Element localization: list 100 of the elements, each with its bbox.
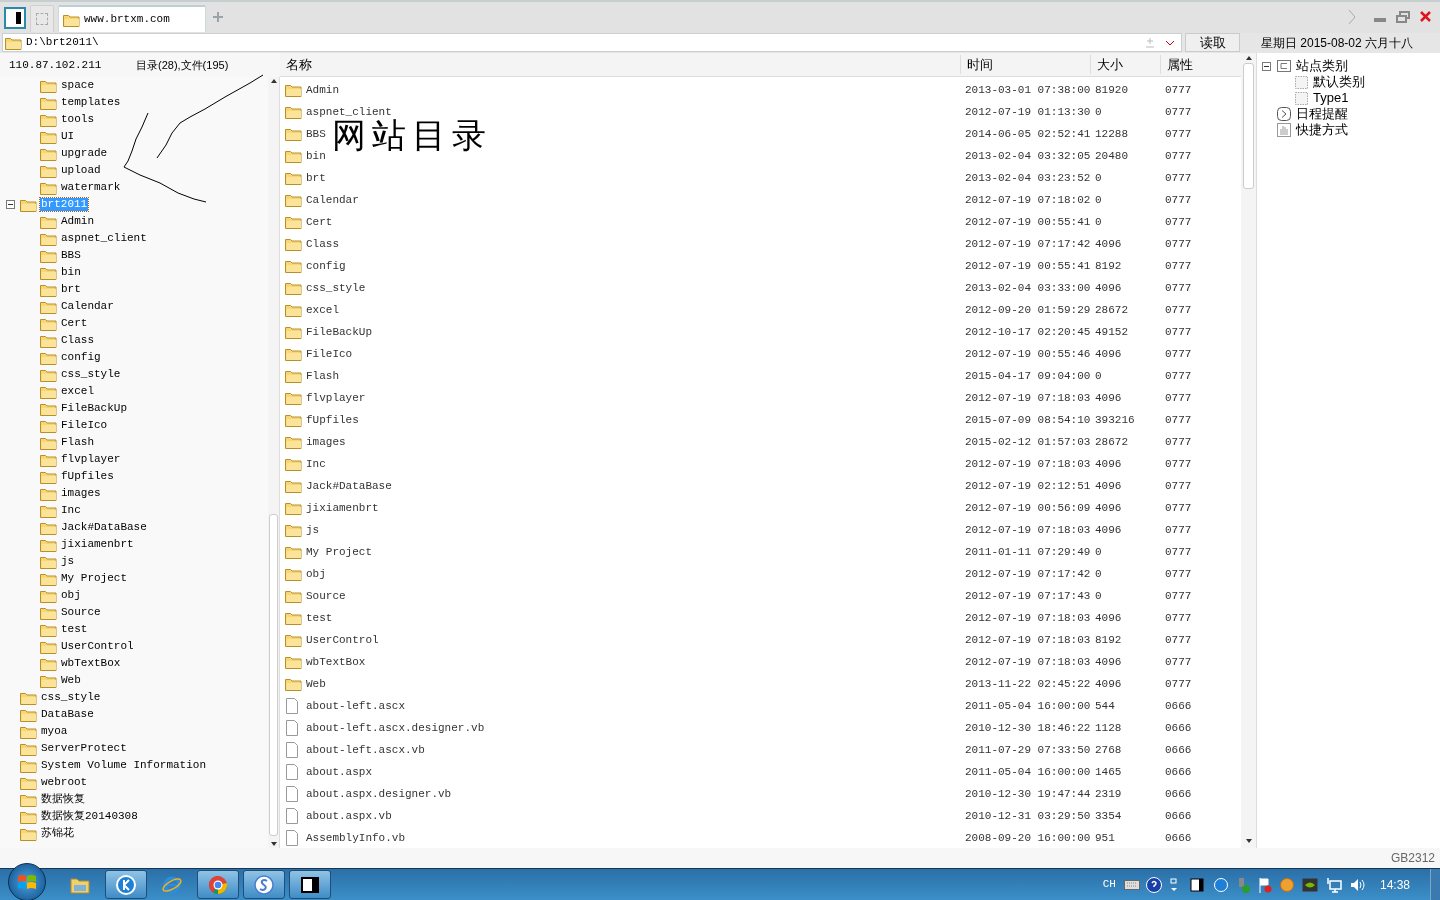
site-tree-item[interactable]: 默认类别 (1313, 74, 1365, 90)
collapse-toggle[interactable] (1261, 61, 1271, 71)
flag-icon[interactable] (1257, 876, 1272, 893)
tree-item[interactable]: FileIco (60, 419, 109, 432)
tree-item[interactable]: Cert (60, 317, 89, 330)
tree-item[interactable]: flvplayer (60, 453, 122, 466)
tree-item[interactable]: Web (60, 674, 82, 687)
tree-item[interactable]: js (60, 555, 76, 568)
tree-item[interactable]: Jack#DataBase (60, 521, 148, 534)
tree-item[interactable]: 苏锦花 (40, 827, 75, 840)
tree-item[interactable]: FileBackUp (60, 402, 128, 415)
file-name[interactable]: UserControl (306, 631, 379, 649)
file-name[interactable]: excel (306, 301, 339, 319)
site-tree-item[interactable]: 日程提醒 (1296, 106, 1348, 122)
window-icon[interactable] (1189, 877, 1204, 892)
file-name[interactable]: jixiamenbrt (306, 499, 379, 517)
file-name[interactable]: AssemblyInfo.vb (306, 829, 406, 847)
tree-item[interactable]: images (60, 487, 102, 500)
file-name[interactable]: Flash (306, 367, 339, 385)
tree-item[interactable]: System Volume Information (40, 759, 208, 772)
file-name[interactable]: about.aspx (306, 763, 372, 781)
close-icon[interactable] (1420, 11, 1431, 22)
file-name[interactable]: fUpfiles (306, 411, 359, 429)
clock[interactable]: 14:38 (1379, 875, 1410, 894)
file-name[interactable]: images (306, 433, 346, 451)
site-tree-item[interactable]: 站点类别 (1296, 58, 1348, 74)
tree-item[interactable]: obj (60, 589, 82, 602)
restore-icon[interactable] (1396, 11, 1410, 23)
tree-item[interactable]: test (60, 623, 89, 636)
column-header[interactable]: 名称 (280, 54, 960, 75)
app-menu-button[interactable] (4, 7, 26, 29)
tree-item[interactable]: aspnet_client (60, 232, 148, 245)
file-name[interactable]: Jack#DataBase (306, 477, 392, 495)
file-name[interactable]: FileIco (306, 345, 353, 363)
tree-item[interactable]: My Project (60, 572, 128, 585)
network-icon[interactable] (1325, 876, 1342, 893)
file-name[interactable]: css_style (306, 279, 366, 297)
file-name[interactable]: about-left.ascx.designer.vb (306, 719, 485, 737)
tree-item[interactable]: Inc (60, 504, 82, 517)
file-name[interactable]: Inc (306, 455, 326, 473)
file-name[interactable]: wbTextBox (306, 653, 366, 671)
column-header[interactable]: 时间 (960, 54, 1090, 75)
caret-down-icon[interactable] (1169, 877, 1178, 892)
file-name[interactable]: FileBackUp (306, 323, 372, 341)
circle-icon[interactable] (1213, 877, 1228, 892)
taskbar-button[interactable] (289, 870, 331, 899)
file-name[interactable]: config (306, 257, 346, 275)
file-name[interactable]: flvplayer (306, 389, 366, 407)
file-name[interactable]: test (306, 609, 333, 627)
tree-item[interactable]: 数据恢复20140308 (40, 810, 139, 823)
file-name[interactable]: BBS (306, 125, 326, 143)
site-tree-item[interactable]: 快捷方式 (1296, 122, 1348, 138)
eye-icon[interactable] (1301, 877, 1318, 892)
taskbar-button[interactable] (243, 870, 285, 899)
tree-item[interactable]: fUpfiles (60, 470, 115, 483)
tree-item[interactable]: UI (60, 130, 76, 143)
tree-item[interactable]: space (60, 79, 95, 92)
help-icon[interactable] (1145, 876, 1162, 893)
tree-item[interactable]: Admin (60, 215, 95, 228)
file-name[interactable]: bin (306, 147, 326, 165)
keyboard-icon[interactable] (1123, 879, 1140, 890)
tree-item[interactable]: BBS (60, 249, 82, 262)
collapse-toggle[interactable] (5, 200, 15, 209)
tree-item[interactable]: DataBase (40, 708, 95, 721)
tree-item[interactable]: excel (60, 385, 95, 398)
file-name[interactable]: Web (306, 675, 326, 693)
speaker-icon[interactable] (1349, 877, 1366, 892)
column-header[interactable]: 大小 (1090, 54, 1160, 75)
tree-item[interactable]: tools (60, 113, 95, 126)
file-name[interactable]: about.aspx.designer.vb (306, 785, 452, 803)
tree-item[interactable]: myoa (40, 725, 69, 738)
tree-item[interactable]: css_style (40, 691, 102, 704)
file-name[interactable]: about-left.ascx (306, 697, 406, 715)
tree-item[interactable]: jixiamenbrt (60, 538, 135, 551)
caret-down-icon[interactable] (1165, 39, 1175, 46)
tree-item[interactable]: upload (60, 164, 102, 177)
file-name[interactable]: Cert (306, 213, 333, 231)
tree-item[interactable]: bin (60, 266, 82, 279)
tree-item[interactable]: config (60, 351, 102, 364)
tree-item[interactable]: brt (60, 283, 82, 296)
file-name[interactable]: about-left.ascx.vb (306, 741, 425, 759)
tree-item[interactable]: webroot (40, 776, 89, 789)
read-button[interactable]: 读取 (1185, 33, 1240, 52)
tree-item[interactable]: ServerProtect (40, 742, 128, 755)
file-name[interactable]: My Project (306, 543, 372, 561)
tree-item[interactable]: Source (60, 606, 102, 619)
file-name[interactable]: Admin (306, 81, 339, 99)
file-name[interactable]: Source (306, 587, 346, 605)
file-name[interactable]: Class (306, 235, 339, 253)
tree-item[interactable]: templates (60, 96, 122, 109)
taskbar-button[interactable] (105, 870, 147, 899)
file-name[interactable]: obj (306, 565, 326, 583)
file-name[interactable]: brt (306, 169, 326, 187)
column-header[interactable]: 属性 (1160, 54, 1220, 75)
file-name[interactable]: js (306, 521, 320, 539)
site-tree-item[interactable]: Type1 (1313, 90, 1349, 106)
tree-item[interactable]: upgrade (60, 147, 109, 160)
tree-item[interactable]: Calendar (60, 300, 115, 313)
address-field[interactable]: D:\brt2011\ (2, 33, 1182, 52)
tab[interactable]: www.brtxm.com (58, 5, 206, 32)
